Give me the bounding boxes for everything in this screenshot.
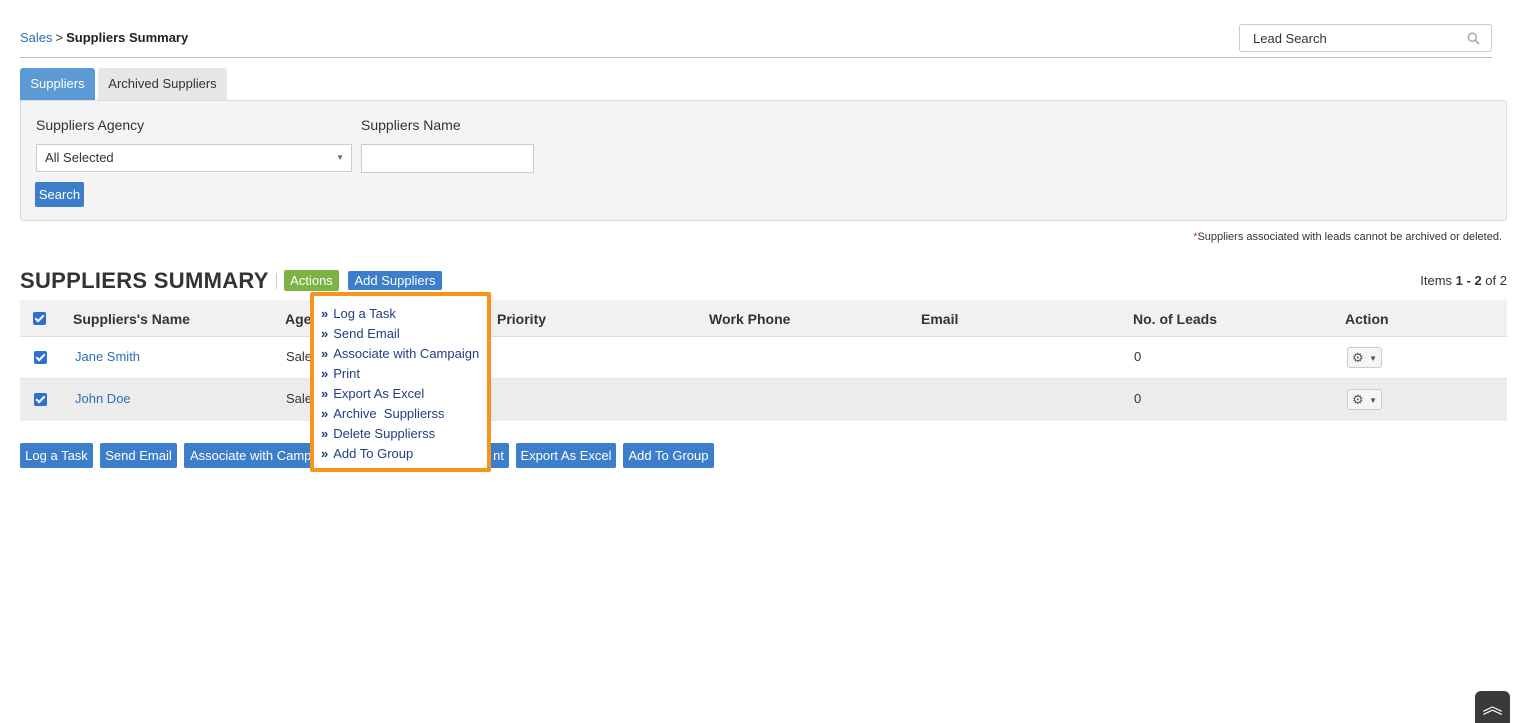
page: Sales>Suppliers Summary Suppliers Archiv… (0, 0, 1524, 723)
breadcrumb-sales-link[interactable]: Sales (20, 30, 53, 45)
breadcrumb-separator: > (55, 30, 64, 45)
menu-item-log-task[interactable]: » Log a Task (314, 306, 487, 326)
scroll-to-top-button[interactable]: ︽ (1475, 691, 1510, 723)
archive-note: *Suppliers associated with leads cannot … (1193, 231, 1502, 243)
column-header-agency[interactable]: Age (285, 311, 311, 327)
breadcrumb-current: Suppliers Summary (66, 30, 189, 45)
gear-icon: ⚙ (1352, 350, 1364, 365)
lead-search-input[interactable] (1240, 25, 1460, 51)
add-to-group-button[interactable]: Add To Group (623, 443, 714, 468)
column-header-name[interactable]: Suppliers's Name (73, 311, 190, 327)
menu-item-delete-suppliers[interactable]: » Delete Supplierss (314, 426, 487, 446)
actions-dropdown-menu: » Log a Task » Send Email » Associate with … (310, 292, 491, 472)
items-of: of (1485, 273, 1497, 288)
column-header-email[interactable]: Email (921, 311, 958, 327)
caret-down-icon: ▼ (1369, 396, 1377, 405)
menu-item-add-to-group[interactable]: » Add To Group (314, 446, 487, 466)
items-total: 2 (1499, 273, 1507, 288)
archive-note-text: Suppliers associated with leads cannot b… (1197, 231, 1502, 243)
add-suppliers-button[interactable]: Add Suppliers (348, 271, 442, 290)
caret-down-icon: ▼ (1369, 354, 1377, 363)
column-header-leads[interactable]: No. of Leads (1133, 311, 1217, 327)
column-header-work-phone[interactable]: Work Phone (709, 311, 790, 327)
supplier-name-link[interactable]: John Doe (75, 391, 131, 406)
row-checkbox[interactable] (34, 351, 47, 364)
associate-campaign-button[interactable]: Associate with Camp (184, 443, 314, 468)
items-range: 1 - 2 (1455, 273, 1482, 288)
export-excel-button[interactable]: Export As Excel (516, 443, 616, 468)
log-task-button[interactable]: Log a Task (20, 443, 93, 468)
double-chevron-up-icon: ︽ (1482, 696, 1503, 718)
supplier-agency: Sale (286, 391, 313, 406)
menu-item-export-excel[interactable]: » Export As Excel (314, 386, 487, 406)
menu-item-print[interactable]: » Print (314, 366, 487, 386)
supplier-name-link[interactable]: Jane Smith (75, 349, 140, 364)
menu-item-associate-campaign[interactable]: » Associate with Campaign (314, 346, 487, 366)
column-header-priority[interactable]: Priority (497, 311, 546, 327)
gear-icon: ⚙ (1352, 392, 1364, 407)
search-icon[interactable] (1467, 32, 1480, 45)
lead-search-box[interactable] (1239, 24, 1492, 52)
table-row: John Doe Sale 0 ⚙ ▼ (20, 379, 1507, 421)
items-count: Items 1 - 2 of 2 (1420, 273, 1507, 288)
header-divider (20, 57, 1492, 58)
tab-suppliers[interactable]: Suppliers (20, 68, 95, 100)
table-header: Suppliers's Name Age Priority Work Phone… (20, 300, 1507, 337)
supplier-leads-count: 0 (1134, 391, 1142, 406)
suppliers-agency-value: All Selected (45, 150, 114, 165)
row-action-menu[interactable]: ⚙ ▼ (1347, 389, 1382, 410)
suppliers-name-input[interactable] (361, 144, 534, 173)
column-header-action: Action (1345, 311, 1389, 327)
select-all-checkbox[interactable] (33, 312, 46, 325)
send-email-button[interactable]: Send Email (100, 443, 177, 468)
table-row: Jane Smith Sale 0 ⚙ ▼ (20, 337, 1507, 379)
menu-item-archive-suppliers[interactable]: » Archive Supplierss (314, 406, 487, 426)
actions-button[interactable]: Actions (284, 270, 339, 291)
suppliers-name-label: Suppliers Name (361, 117, 461, 133)
caret-down-icon: ▼ (336, 153, 344, 162)
filter-panel: Suppliers Agency Suppliers Name All Sele… (20, 100, 1507, 221)
page-title: SUPPLIERS SUMMARY (20, 268, 269, 293)
supplier-agency: Sale (286, 349, 313, 364)
menu-item-send-email[interactable]: » Send Email (314, 326, 487, 346)
row-action-menu[interactable]: ⚙ ▼ (1347, 347, 1382, 368)
supplier-leads-count: 0 (1134, 349, 1142, 364)
tab-archived-suppliers[interactable]: Archived Suppliers (98, 68, 227, 100)
breadcrumb: Sales > Suppliers Summary (20, 30, 188, 45)
search-button[interactable]: Search (35, 182, 84, 207)
items-prefix: Items (1420, 273, 1453, 288)
suppliers-agency-label: Suppliers Agency (36, 117, 145, 133)
title-divider (276, 273, 277, 289)
suppliers-agency-select[interactable]: All Selected ▼ (36, 144, 352, 172)
row-checkbox[interactable] (34, 393, 47, 406)
